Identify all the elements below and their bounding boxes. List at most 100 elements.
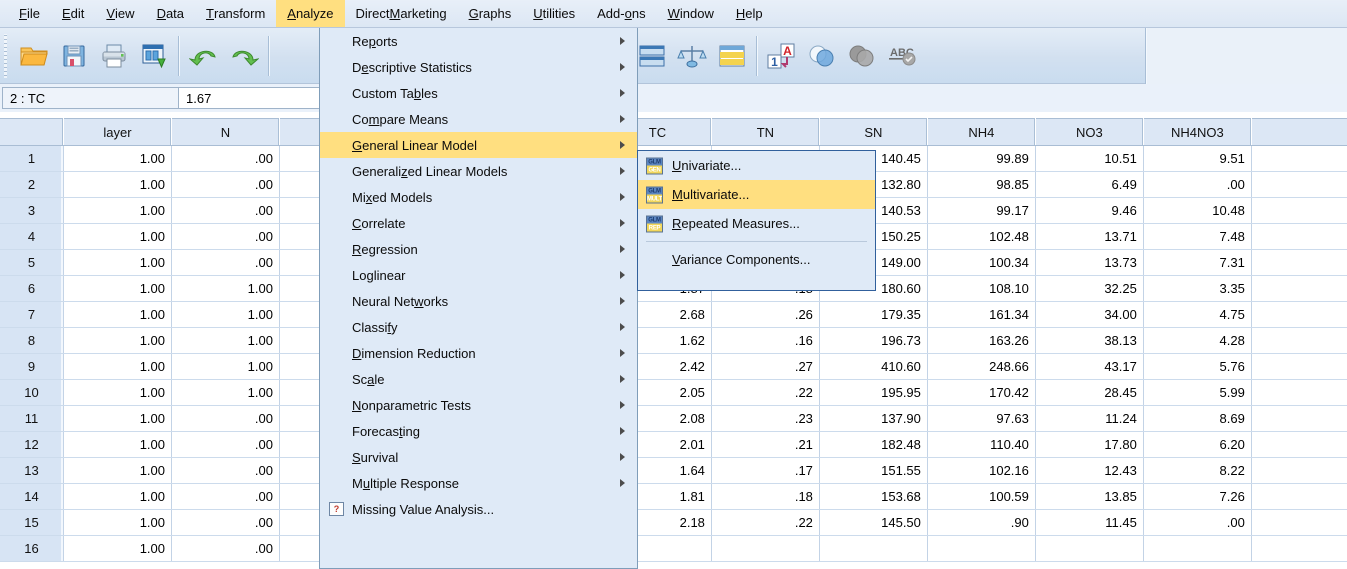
menu-item-edit[interactable]: Edit [51,0,95,27]
menu-item-window[interactable]: Window [657,0,725,27]
cell-blank-6[interactable] [1251,275,1347,302]
table-row[interactable]: 121.00.00.372.01.21182.48110.4017.806.20 [0,431,1347,458]
undo-icon[interactable] [184,34,224,78]
cell-N-10[interactable]: 1.00 [171,379,280,406]
spell-check-icon[interactable]: ABC [882,34,922,78]
cell-TN-10[interactable]: .22 [711,379,820,406]
cell-NO3-11[interactable]: 11.24 [1035,405,1144,432]
cell-NH4NO3-16[interactable] [1143,535,1252,562]
cell-layer-11[interactable]: 1.00 [63,405,172,432]
cell-NO3-13[interactable]: 12.43 [1035,457,1144,484]
cell-N-5[interactable]: .00 [171,249,280,276]
save-file-icon[interactable] [54,34,94,78]
cell-SN-7[interactable]: 179.35 [819,301,928,328]
analyze-menu-item-general-linear-model[interactable]: General Linear Model [320,132,637,158]
cell-NH4NO3-12[interactable]: 6.20 [1143,431,1252,458]
table-row[interactable]: 101.001.00.002.05.22195.95170.4228.455.9… [0,379,1347,406]
cell-TN-9[interactable]: .27 [711,353,820,380]
cell-layer-16[interactable]: 1.00 [63,535,172,562]
column-header-blank12[interactable] [1251,118,1347,146]
weight-cases-icon[interactable] [672,34,712,78]
value-labels-icon[interactable]: A 1 [762,34,802,78]
menu-item-analyze[interactable]: Analyze [276,0,345,27]
cell-blank-14[interactable] [1251,483,1347,510]
cell-NH4-8[interactable]: 163.26 [927,327,1036,354]
select-cases-icon[interactable] [712,34,752,78]
table-row[interactable]: 91.001.00.002.42.27410.60248.6643.175.76 [0,353,1347,380]
cell-NO3-16[interactable] [1035,535,1144,562]
cell-NH4-1[interactable]: 99.89 [927,145,1036,172]
cell-NH4-13[interactable]: 102.16 [927,457,1036,484]
cell-blank-1[interactable] [1251,145,1347,172]
cell-blank-12[interactable] [1251,431,1347,458]
find-icon[interactable] [632,34,672,78]
menu-item-direct-marketing[interactable]: Direct Marketing [345,0,458,27]
analyze-menu-item-descriptive-statistics[interactable]: Descriptive Statistics [320,54,637,80]
table-row[interactable]: 71.001.00.642.68.26179.35161.3434.004.75 [0,301,1347,328]
cell-layer-12[interactable]: 1.00 [63,431,172,458]
menu-item-transform[interactable]: Transform [195,0,276,27]
cell-blank-3[interactable] [1251,197,1347,224]
table-row[interactable]: 131.00.00.331.64.17151.55102.1612.438.22 [0,457,1347,484]
cell-NH4NO3-1[interactable]: 9.51 [1143,145,1252,172]
cell-N-14[interactable]: .00 [171,483,280,510]
cell-NH4-9[interactable]: 248.66 [927,353,1036,380]
column-header-NH4NO3[interactable]: NH4NO3 [1143,118,1252,146]
column-header-SN[interactable]: SN [819,118,928,146]
cell-TN-8[interactable]: .16 [711,327,820,354]
row-header[interactable]: 12 [0,431,65,458]
cell-TN-16[interactable] [711,535,820,562]
cell-N-1[interactable]: .00 [171,145,280,172]
glm-submenu-item-variance-components[interactable]: Variance Components... [638,245,875,274]
cell-layer-13[interactable]: 1.00 [63,457,172,484]
open-file-icon[interactable] [14,34,54,78]
cell-blank-15[interactable] [1251,509,1347,536]
cell-reference-box[interactable]: 2 : TC [2,87,178,109]
redo-icon[interactable] [224,34,264,78]
cell-blank-13[interactable] [1251,457,1347,484]
cell-NH4-3[interactable]: 99.17 [927,197,1036,224]
analyze-menu-item-scale[interactable]: Scale [320,366,637,392]
cell-layer-2[interactable]: 1.00 [63,171,172,198]
cell-N-11[interactable]: .00 [171,405,280,432]
menu-item-add-ons[interactable]: Add-o ns [586,0,656,27]
toolbar-grip[interactable] [2,33,11,78]
cell-NO3-7[interactable]: 34.00 [1035,301,1144,328]
cell-TN-12[interactable]: .21 [711,431,820,458]
general-linear-model-submenu[interactable]: GLM GEN Univariate... GLM MULT Multivariate..… [637,150,876,291]
cell-SN-9[interactable]: 410.60 [819,353,928,380]
row-header[interactable]: 1 [0,145,65,172]
row-header[interactable]: 13 [0,457,65,484]
table-row[interactable]: 151.00.00.002.18.22145.50.9011.45.00 [0,509,1347,536]
cell-NH4NO3-9[interactable]: 5.76 [1143,353,1252,380]
cell-layer-3[interactable]: 1.00 [63,197,172,224]
cell-SN-16[interactable] [819,535,928,562]
cell-NH4-5[interactable]: 100.34 [927,249,1036,276]
row-header[interactable]: 10 [0,379,65,406]
cell-NO3-15[interactable]: 11.45 [1035,509,1144,536]
cell-SN-14[interactable]: 153.68 [819,483,928,510]
row-header[interactable]: 4 [0,223,65,250]
cell-blank-2[interactable] [1251,171,1347,198]
cell-blank-11[interactable] [1251,405,1347,432]
cell-SN-8[interactable]: 196.73 [819,327,928,354]
row-header[interactable]: 15 [0,509,65,536]
analyze-menu-item-missing-value-analysis[interactable]: ? Missing Value Analysis... [320,496,637,522]
cell-NH4NO3-4[interactable]: 7.48 [1143,223,1252,250]
column-header-NH4[interactable]: NH4 [927,118,1036,146]
cell-layer-8[interactable]: 1.00 [63,327,172,354]
cell-NH4-16[interactable] [927,535,1036,562]
cell-N-4[interactable]: .00 [171,223,280,250]
cell-layer-14[interactable]: 1.00 [63,483,172,510]
cell-NH4-6[interactable]: 108.10 [927,275,1036,302]
cell-layer-6[interactable]: 1.00 [63,275,172,302]
cell-NH4NO3-15[interactable]: .00 [1143,509,1252,536]
cell-N-12[interactable]: .00 [171,431,280,458]
table-row[interactable]: 141.00.00.331.81.18153.68100.5913.857.26 [0,483,1347,510]
cell-NO3-6[interactable]: 32.25 [1035,275,1144,302]
cell-NH4NO3-3[interactable]: 10.48 [1143,197,1252,224]
cell-NH4-10[interactable]: 170.42 [927,379,1036,406]
cell-N-6[interactable]: 1.00 [171,275,280,302]
cell-N-13[interactable]: .00 [171,457,280,484]
cell-N-7[interactable]: 1.00 [171,301,280,328]
